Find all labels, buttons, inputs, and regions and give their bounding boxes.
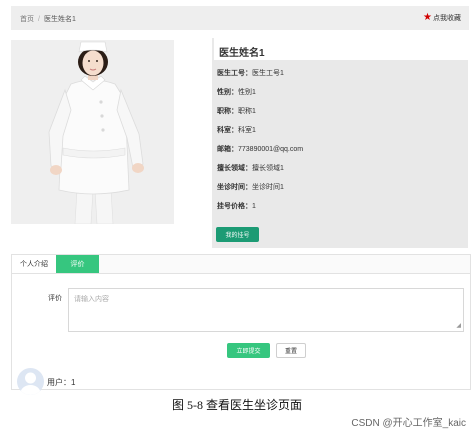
reset-button[interactable]: 重置 <box>276 343 306 358</box>
favorite-label: 点我收藏 <box>433 15 461 22</box>
doctor-name-bar: 医生姓名1 <box>212 38 470 60</box>
field-row-id: 医生工号：医生工号1 <box>217 68 284 78</box>
field-row-specialty: 擅长领域：擅长领域1 <box>217 163 284 173</box>
field-value: 773890001@qq.com <box>238 146 304 153</box>
tab-introduction[interactable]: 个人介绍 <box>12 255 57 273</box>
evaluation-textarea[interactable]: 请输入内容 ◢ <box>68 288 464 332</box>
field-row-email: 邮箱：773890001@qq.com <box>217 144 303 154</box>
field-value: 坐诊时间1 <box>252 184 284 191</box>
breadcrumb-home-link[interactable]: 首页 <box>20 16 34 23</box>
my-registration-button[interactable]: 我的挂号 <box>216 227 259 242</box>
doctor-info-panel: 医生姓名1 医生工号：医生工号1 性别：性别1 职称：职称1 科室：科室1 邮箱… <box>212 38 470 248</box>
evaluation-label: 评价 <box>48 295 62 302</box>
field-value: 擅长领域1 <box>252 165 284 172</box>
field-value: 科室1 <box>238 127 256 134</box>
resize-grip-icon[interactable]: ◢ <box>456 322 461 329</box>
tab-bar: 个人介绍 评价 <box>12 255 470 274</box>
figure-caption: 图 5-8 查看医生坐诊页面 <box>172 398 302 412</box>
field-key: 坐诊时间： <box>217 184 252 191</box>
breadcrumb: 首页 / 医生姓名1 <box>20 14 76 24</box>
field-value: 1 <box>252 203 256 210</box>
field-key: 医生工号： <box>217 70 252 77</box>
field-value: 医生工号1 <box>252 70 284 77</box>
field-row-price: 挂号价格：1 <box>217 201 256 211</box>
breadcrumb-separator: / <box>38 16 40 23</box>
field-key: 邮箱： <box>217 146 238 153</box>
field-value: 职称1 <box>238 108 256 115</box>
field-row-title: 职称：职称1 <box>217 106 256 116</box>
field-key: 擅长领域： <box>217 165 252 172</box>
field-key: 职称： <box>217 108 238 115</box>
tabs-panel: 个人介绍 评价 评价 请输入内容 ◢ 立即提交 重置 用户：1 <box>11 254 471 395</box>
field-value: 性别1 <box>238 89 256 96</box>
favorite-button[interactable]: ★点我收藏 <box>423 12 461 23</box>
breadcrumb-bar: 首页 / 医生姓名1 ★点我收藏 <box>11 6 469 30</box>
comment-user-label: 用户：1 <box>47 378 76 387</box>
breadcrumb-current: 医生姓名1 <box>43 16 76 23</box>
watermark: CSDN @开心工作室_kaic <box>351 418 466 429</box>
field-row-department: 科室：科室1 <box>217 125 256 135</box>
star-icon: ★ <box>423 12 432 23</box>
field-key: 挂号价格： <box>217 203 252 210</box>
field-row-gender: 性别：性别1 <box>217 87 256 97</box>
user-avatar <box>17 368 44 395</box>
doctor-photo <box>11 40 174 224</box>
doctor-name: 医生姓名1 <box>219 48 265 59</box>
field-key: 性别： <box>217 89 238 96</box>
tab-evaluation[interactable]: 评价 <box>56 255 99 273</box>
field-row-schedule: 坐诊时间：坐诊时间1 <box>217 182 284 192</box>
field-key: 科室： <box>217 127 238 134</box>
submit-button[interactable]: 立即提交 <box>227 343 270 358</box>
evaluation-placeholder: 请输入内容 <box>74 296 109 303</box>
